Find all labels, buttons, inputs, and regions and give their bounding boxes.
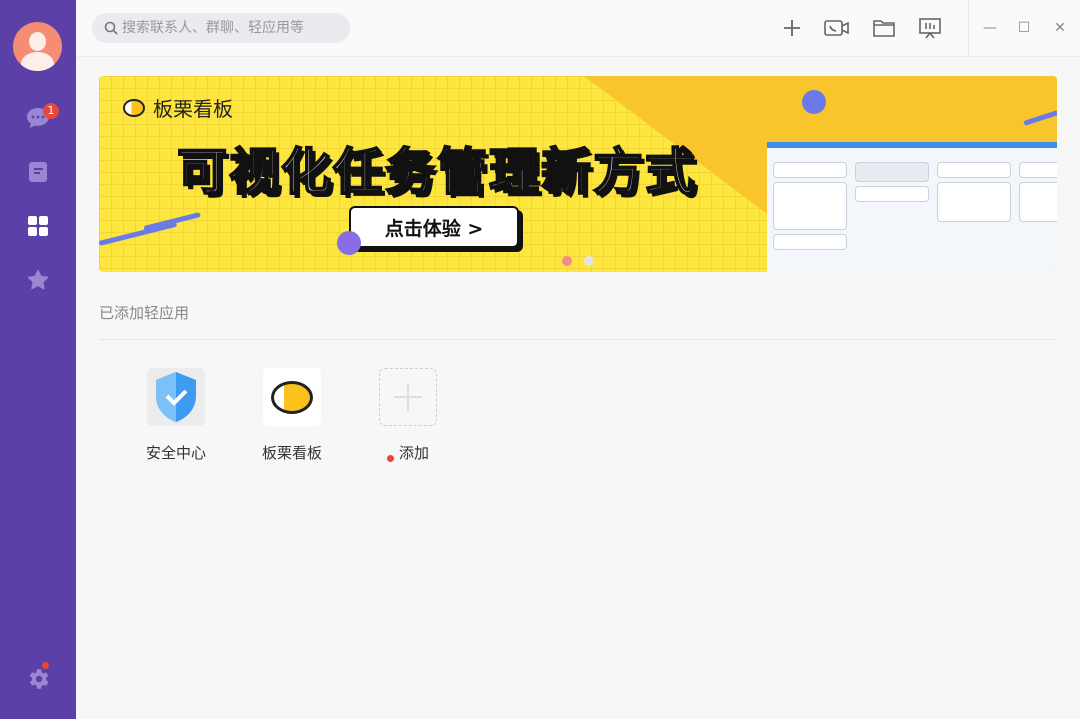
presentation-button[interactable] (918, 16, 942, 40)
app-label: 安全中心 (126, 442, 226, 463)
sidebar-item-favorites[interactable] (24, 266, 52, 294)
carousel-dot-2[interactable] (584, 256, 594, 266)
decor-line (143, 212, 200, 231)
app-label: 添加 (399, 444, 429, 462)
section-title: 已添加轻应用 (99, 302, 189, 323)
close-button[interactable]: ✕ (1050, 18, 1070, 38)
shield-icon (147, 368, 205, 426)
files-button[interactable] (872, 16, 896, 40)
video-call-button[interactable] (824, 16, 848, 40)
divider (968, 0, 969, 57)
decor-circle (337, 231, 361, 255)
carousel-dot-1[interactable] (562, 256, 572, 266)
folder-icon (872, 16, 896, 40)
app-banli-kanban[interactable]: 板栗看板 (242, 368, 342, 463)
banner-brand: 板栗看板 (123, 93, 233, 122)
app-security-center[interactable]: 安全中心 (126, 368, 226, 463)
sidebar-item-apps[interactable] (24, 212, 52, 240)
section-divider (99, 339, 1056, 340)
search-box[interactable] (92, 13, 350, 43)
add-app-button[interactable]: 添加 (358, 368, 458, 463)
address-book-icon (28, 161, 48, 183)
brand-name: 板栗看板 (153, 93, 233, 122)
settings-notification-dot (42, 662, 49, 669)
gear-icon (25, 666, 51, 692)
banner-headline: 可视化任务管理新方式 (177, 132, 697, 204)
presentation-icon (918, 16, 942, 40)
star-icon (27, 269, 49, 291)
sidebar-item-contacts[interactable] (24, 158, 52, 186)
plus-icon (780, 16, 804, 40)
app-label-wrap: 添加 (358, 442, 458, 463)
unread-badge: 1 (43, 103, 59, 119)
new-dot (387, 455, 394, 462)
user-avatar[interactable] (13, 22, 62, 71)
promo-banner[interactable]: 板栗看板 可视化任务管理新方式 点击体验 > (99, 76, 1057, 272)
search-icon (104, 21, 118, 35)
banli-logo-icon (123, 99, 145, 117)
plus-icon (379, 368, 437, 426)
settings-button[interactable] (24, 665, 52, 693)
kanban-preview (767, 142, 1057, 272)
minimize-button[interactable]: — (980, 18, 1000, 38)
decor-circle (802, 90, 826, 114)
top-bar: — ☐ ✕ (76, 0, 1080, 57)
maximize-button[interactable]: ☐ (1014, 18, 1034, 38)
video-call-icon (824, 16, 850, 40)
search-input[interactable] (122, 20, 342, 36)
sidebar: 1 (0, 0, 76, 719)
apps-grid-icon (28, 216, 48, 236)
banli-logo-icon (263, 368, 321, 426)
add-button[interactable] (780, 16, 804, 40)
try-now-button[interactable]: 点击体验 > (349, 206, 519, 248)
app-label: 板栗看板 (242, 442, 342, 463)
